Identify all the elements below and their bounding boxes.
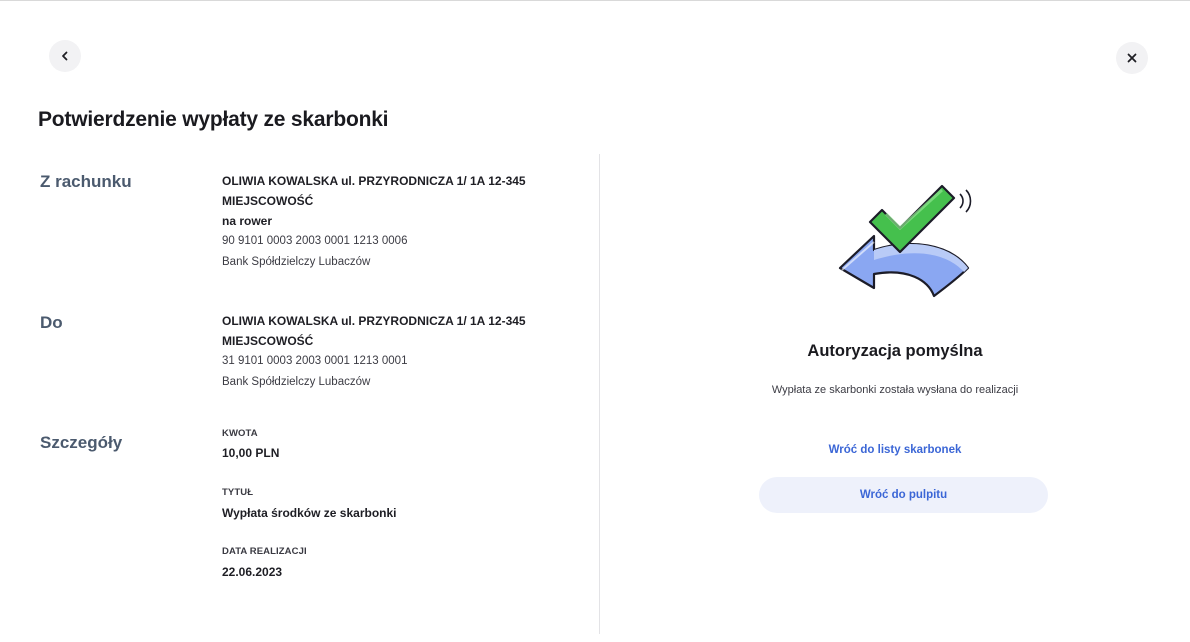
back-to-dashboard-button[interactable]: Wróć do pulpitu xyxy=(759,477,1048,513)
close-button[interactable] xyxy=(1116,42,1148,74)
to-owner-line2: MIEJSCOWOŚĆ xyxy=(222,334,314,348)
success-title: Autoryzacja pomyślna xyxy=(807,342,983,360)
from-owner-line2: MIEJSCOWOŚĆ xyxy=(222,194,314,208)
to-owner-line1: OLIWIA KOWALSKA ul. PRZYRODNICZA 1/ 1A 1… xyxy=(222,314,526,328)
from-account-number: 90 9101 0003 2003 0001 1213 0006 xyxy=(222,235,408,247)
from-account-name: na rower xyxy=(222,214,273,228)
from-owner-line1: OLIWIA KOWALSKA ul. PRZYRODNICZA 1/ 1A 1… xyxy=(222,174,526,188)
close-icon xyxy=(1127,53,1137,63)
page-title: Potwierdzenie wypłaty ze skarbonki xyxy=(38,108,389,131)
section-label-from: Z rachunku xyxy=(40,172,132,191)
transfer-title-value: Wypłata środków ze skarbonki xyxy=(222,506,397,520)
to-account-block: OLIWIA KOWALSKA ul. PRZYRODNICZA 1/ 1A 1… xyxy=(222,311,572,393)
execution-date-label: DATA REALIZACJI xyxy=(222,546,307,557)
to-account-number: 31 9101 0003 2003 0001 1213 0001 xyxy=(222,355,408,367)
back-to-piggybanks-link[interactable]: Wróć do listy skarbonek xyxy=(600,444,1190,456)
success-check-return-icon xyxy=(838,184,972,298)
amount-label: KWOTA xyxy=(222,428,258,439)
success-description: Wypłata ze skarbonki została wysłana do … xyxy=(771,384,1019,396)
execution-date-value: 22.06.2023 xyxy=(222,565,283,579)
from-bank: Bank Spółdzielczy Lubaczów xyxy=(222,256,371,268)
section-label-details: Szczegóły xyxy=(40,433,123,452)
top-border xyxy=(0,0,1190,1)
transfer-title-label: TYTUŁ xyxy=(222,487,254,498)
back-button[interactable] xyxy=(49,40,81,72)
chevron-left-icon xyxy=(62,51,68,61)
amount-value: 10,00 PLN xyxy=(222,446,280,460)
section-label-to: Do xyxy=(40,313,63,332)
from-account-block: OLIWIA KOWALSKA ul. PRZYRODNICZA 1/ 1A 1… xyxy=(222,171,572,273)
to-bank: Bank Spółdzielczy Lubaczów xyxy=(222,376,371,388)
